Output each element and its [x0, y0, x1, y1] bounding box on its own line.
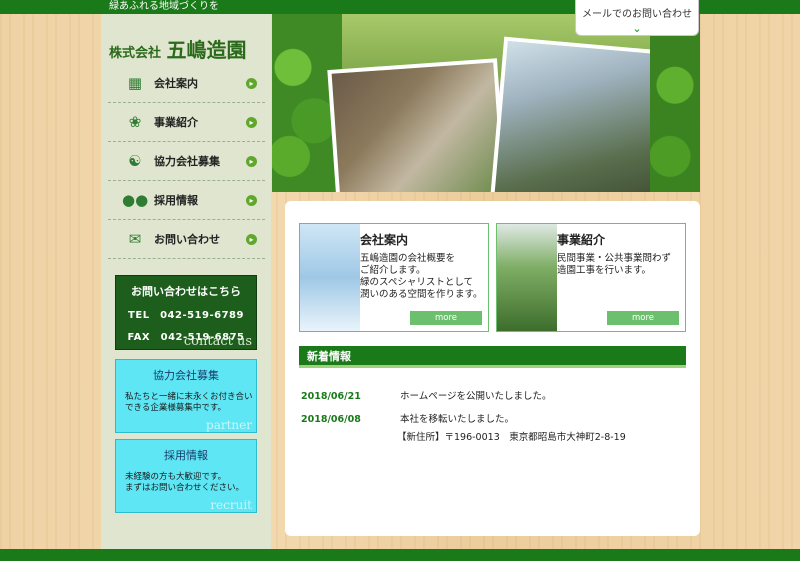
sidebar-item-label: 採用情報: [154, 194, 198, 207]
logo-prefix: 株式会社: [109, 46, 162, 61]
site-logo[interactable]: 株式会社 五嶋造園: [109, 34, 247, 63]
card-description: 民間事業・公共事業問わず 造園工事を行います。: [557, 253, 671, 277]
mail-contact-tab[interactable]: メールでのお問い合わせ ⌄: [575, 0, 699, 36]
recruit-subtitle: recruit: [210, 498, 252, 512]
building-image: [300, 224, 360, 331]
tree-image: [497, 224, 557, 331]
sidebar-item-label: 協力会社募集: [154, 155, 220, 168]
hero-image: [272, 14, 700, 192]
contact-subtitle: contact us: [183, 334, 252, 349]
chevron-down-icon: ⌄: [632, 22, 642, 35]
news-heading: 新着情報: [299, 346, 686, 368]
mail-icon: ✉: [128, 230, 142, 248]
card-description: 五嶋造園の会社概要を ご紹介します。 緑のスペシャリストとして 潤いのある空間を…: [360, 253, 483, 301]
partner-subtitle: partner: [206, 418, 252, 432]
sidebar-nav: ▦ 会社案内 ▸ ❀ 事業紹介 ▸ ☯ 協力会社募集 ▸ ●● 採用情報 ▸ ✉…: [108, 64, 265, 259]
sidebar-item-business[interactable]: ❀ 事業紹介 ▸: [108, 103, 265, 142]
recruit-heading: 採用情報: [164, 449, 208, 462]
card-desc-line: ご紹介します。: [360, 265, 426, 276]
sidebar-item-partner[interactable]: ☯ 協力会社募集 ▸: [108, 142, 265, 181]
news-text: ホームページを公開いたしました。: [400, 391, 552, 402]
contact-box: お問い合わせはこちら TEL 042-519-6789 FAX 042-519-…: [115, 275, 257, 350]
people-icon: ●●: [122, 191, 149, 209]
news-item: 2018/06/08 本社を移転いたしました。 【新住所】〒196-0013 東…: [301, 411, 626, 443]
building-icon: ▦: [127, 74, 143, 92]
logo-name: 五嶋造園: [166, 38, 247, 62]
news-date: 2018/06/08: [301, 414, 361, 425]
garden-photo: [327, 58, 507, 192]
contact-heading: お問い合わせはこちら: [131, 285, 241, 298]
card-desc-line: 五嶋造園の会社概要を: [360, 253, 456, 264]
news-text: 本社を移転いたしました。: [400, 414, 515, 425]
partner-banner[interactable]: 協力会社募集 私たちと一緒に末永くお付き合い できる企業様募集中です。 part…: [115, 359, 257, 433]
plant-icon: ❀: [128, 113, 142, 131]
news-subtext: 【新住所】〒196-0013 東京都昭島市大神町2-8-19: [397, 432, 626, 443]
arrow-right-icon: ▸: [246, 77, 257, 89]
mail-contact-label: メールでのお問い合わせ: [582, 9, 692, 20]
card-desc-line: 潤いのある空間を作ります。: [360, 289, 483, 300]
more-button[interactable]: more: [607, 311, 679, 325]
handshake-icon: ☯: [128, 152, 142, 170]
foliage-right: [650, 14, 700, 192]
news-date: 2018/06/21: [301, 391, 361, 402]
sidebar-item-company[interactable]: ▦ 会社案内 ▸: [108, 64, 265, 103]
main-content: 会社案内 五嶋造園の会社概要を ご紹介します。 緑のスペシャリストとして 潤いの…: [285, 201, 700, 536]
arrow-right-icon: ▸: [246, 155, 257, 167]
arrow-right-icon: ▸: [246, 194, 257, 206]
sidebar-item-label: 事業紹介: [154, 116, 198, 129]
card-title: 会社案内: [360, 233, 409, 247]
card-desc-line: 造園工事を行います。: [557, 265, 652, 276]
sidebar-item-label: お問い合わせ: [154, 233, 220, 246]
recruit-text-line: 未経験の方も大歓迎です。: [125, 472, 227, 482]
business-card[interactable]: 事業紹介 民間事業・公共事業問わず 造園工事を行います。 more: [496, 223, 686, 332]
recruit-text: 未経験の方も大歓迎です。 まずはお問い合わせください。: [116, 472, 256, 494]
arrow-right-icon: ▸: [246, 116, 257, 128]
partner-heading: 協力会社募集: [153, 369, 219, 382]
card-desc-line: 緑のスペシャリストとして: [360, 277, 474, 288]
sidebar-item-label: 会社案内: [154, 77, 198, 90]
company-card[interactable]: 会社案内 五嶋造園の会社概要を ご紹介します。 緑のスペシャリストとして 潤いの…: [299, 223, 489, 332]
partner-text-line: 私たちと一緒に末永くお付き合い: [125, 392, 253, 402]
card-desc-line: 民間事業・公共事業問わず: [557, 253, 672, 264]
card-title: 事業紹介: [557, 233, 606, 247]
arrow-right-icon: ▸: [246, 233, 257, 245]
site-tagline: 緑あふれる地域づくりを: [109, 1, 219, 12]
recruit-text-line: まずはお問い合わせください。: [125, 483, 245, 493]
sidebar-item-contact[interactable]: ✉ お問い合わせ ▸: [108, 220, 265, 259]
partner-text: 私たちと一緒に末永くお付き合い できる企業様募集中です。: [116, 392, 256, 414]
partner-text-line: できる企業様募集中です。: [125, 403, 226, 413]
recruit-banner[interactable]: 採用情報 未経験の方も大歓迎です。 まずはお問い合わせください。 recruit: [115, 439, 257, 513]
sidebar-item-recruit[interactable]: ●● 採用情報 ▸: [108, 181, 265, 220]
bottom-bar: [0, 549, 800, 561]
contact-tel[interactable]: TEL 042-519-6789: [116, 306, 256, 321]
news-item: 2018/06/21 ホームページを公開いたしました。: [301, 388, 552, 402]
more-button[interactable]: more: [410, 311, 482, 325]
sidebar: 株式会社 五嶋造園 ▦ 会社案内 ▸ ❀ 事業紹介 ▸ ☯ 協力会社募集 ▸ ●…: [101, 14, 271, 549]
